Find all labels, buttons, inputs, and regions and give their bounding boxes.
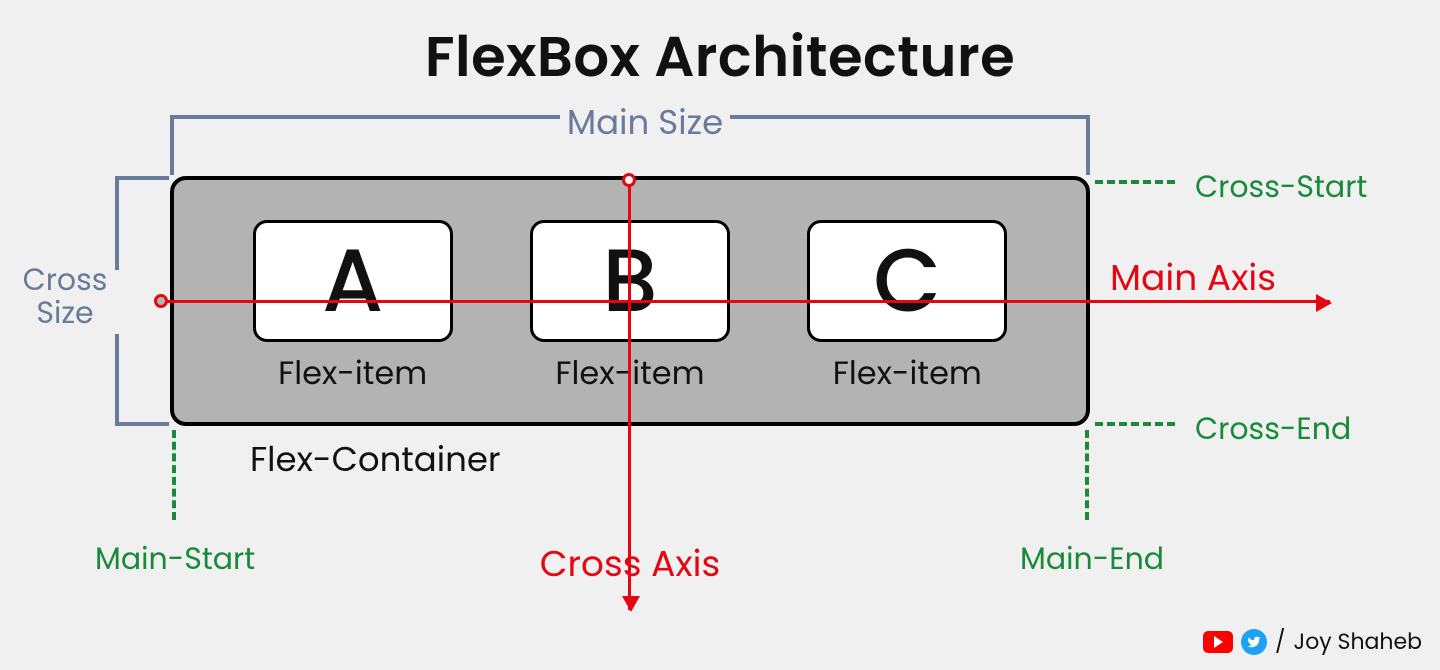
flex-item-caption: Flex-item (278, 350, 427, 398)
cross-size-label: Cross Size (20, 263, 110, 329)
flex-item-col: C Flex-item (807, 220, 1007, 398)
flex-item-col: A Flex-item (253, 220, 453, 398)
main-size-label: Main Size (560, 97, 730, 148)
flex-container-label: Flex-Container (250, 434, 501, 485)
credit-sep: / (1275, 625, 1285, 658)
main-start-label: Main-Start (95, 536, 255, 582)
main-axis-label: Main Axis (1110, 250, 1276, 305)
main-end-label: Main-End (1020, 536, 1164, 582)
main-axis-origin (154, 294, 168, 308)
flex-item-c: C (807, 220, 1007, 342)
cross-end-dash (1095, 422, 1175, 426)
credit: / Joy Shaheb (1203, 625, 1422, 658)
youtube-icon (1203, 631, 1233, 653)
cross-start-label: Cross-Start (1195, 164, 1367, 210)
credit-name: Joy Shaheb (1294, 625, 1422, 658)
twitter-icon (1241, 629, 1267, 655)
cross-axis-label: Cross Axis (480, 536, 780, 591)
main-start-dash (172, 430, 176, 520)
flex-item-a: A (253, 220, 453, 342)
flex-item-caption: Flex-item (833, 350, 982, 398)
cross-size-bracket-gap (112, 270, 122, 334)
page-title: FlexBox Architecture (0, 14, 1440, 99)
cross-axis-origin (622, 173, 636, 187)
main-end-dash (1085, 430, 1089, 520)
cross-start-dash (1095, 180, 1175, 184)
cross-end-label: Cross-End (1195, 406, 1351, 452)
